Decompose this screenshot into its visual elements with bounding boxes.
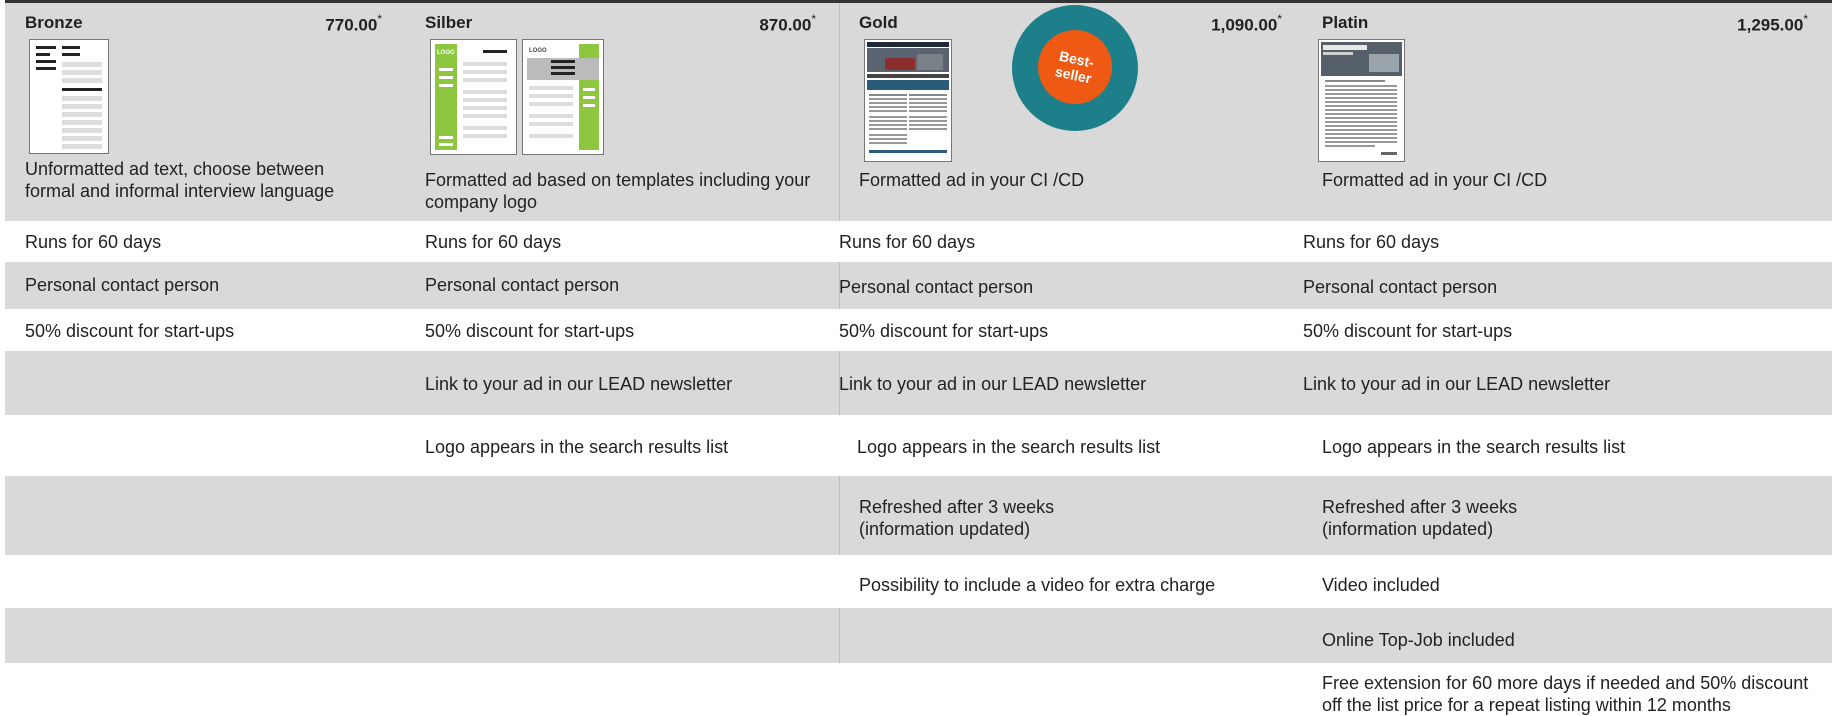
bestseller-badge: Best-seller <box>1012 5 1138 131</box>
tier-description-bronze: Unformatted ad text, choose between form… <box>25 159 335 201</box>
bestseller-badge-label: Best-seller <box>1031 23 1119 111</box>
platin-ad-thumbnail <box>1318 39 1405 162</box>
feature-contact-bronze: Personal contact person <box>25 275 220 295</box>
feature-refresh-platin: Refreshed after 3 weeks (information upd… <box>1322 496 1517 540</box>
column-divider <box>839 3 840 221</box>
feature-discount-gold: 50% discount for start-ups <box>839 321 1049 341</box>
tier-price-silber: 870.00* <box>759 12 816 35</box>
feature-contact-platin: Personal contact person <box>1303 277 1498 297</box>
feature-logo-gold: Logo appears in the search results list <box>857 437 1161 457</box>
feature-logo-platin: Logo appears in the search results list <box>1322 437 1626 457</box>
bronze-ad-thumbnail <box>29 39 109 154</box>
feature-refresh-line-2: (information updated) <box>859 519 1031 539</box>
feature-extension-line-1: Free extension for 60 more days if neede… <box>1322 673 1809 693</box>
feature-discount-platin: 50% discount for start-ups <box>1303 321 1513 341</box>
feature-runs-silber: Runs for 60 days <box>425 232 562 252</box>
gold-ad-thumbnail <box>864 39 952 162</box>
tier-name-platin: Platin <box>1322 13 1369 32</box>
column-divider <box>839 476 840 555</box>
logo-label: LOGO <box>529 48 547 54</box>
tier-description-gold: Formatted ad in your CI /CD <box>859 170 1085 190</box>
feature-video-platin: Video included <box>1322 575 1440 595</box>
feature-refresh-line-2: (information updated) <box>1322 519 1494 539</box>
tier-name-bronze: Bronze <box>25 13 83 32</box>
tier-price-platin: 1,295.00* <box>1737 12 1808 35</box>
feature-refresh-line-1: Refreshed after 3 weeks <box>1322 497 1518 517</box>
silber-template-left-thumbnail: LOGO <box>430 39 517 155</box>
tier-description-silber: Formatted ad based on templates includin… <box>425 170 811 212</box>
tier-price-gold: 1,090.00* <box>1211 12 1282 35</box>
feature-contact-silber: Personal contact person <box>425 275 620 295</box>
feature-video-gold: Possibility to include a video for extra… <box>859 575 1216 595</box>
feature-runs-platin: Runs for 60 days <box>1303 232 1440 252</box>
tier-name-silber: Silber <box>425 13 473 32</box>
feature-refresh-gold: Refreshed after 3 weeks (information upd… <box>859 496 1054 540</box>
feature-contact-gold: Personal contact person <box>839 277 1034 297</box>
feature-logo-silber: Logo appears in the search results list <box>425 437 729 457</box>
feature-refresh-line-1: Refreshed after 3 weeks <box>859 497 1055 517</box>
feature-newsletter-silber: Link to your ad in our LEAD newsletter <box>425 374 733 394</box>
feature-extension-platin: Free extension for 60 more days if neede… <box>1322 672 1808 716</box>
tier-description-platin: Formatted ad in your CI /CD <box>1322 170 1548 190</box>
feature-runs-gold: Runs for 60 days <box>839 232 976 252</box>
row-band-topjob <box>5 608 1832 663</box>
feature-discount-bronze: 50% discount for start-ups <box>25 321 235 341</box>
feature-newsletter-platin: Link to your ad in our LEAD newsletter <box>1303 374 1611 394</box>
silber-template-right-thumbnail: LOGO <box>522 39 604 155</box>
feature-topjob-platin: Online Top-Job included <box>1322 630 1515 650</box>
column-divider <box>839 608 840 663</box>
feature-newsletter-gold: Link to your ad in our LEAD newsletter <box>839 374 1147 394</box>
logo-label: LOGO <box>437 50 455 56</box>
tier-price-bronze: 770.00* <box>325 12 382 35</box>
feature-runs-bronze: Runs for 60 days <box>25 232 162 252</box>
feature-discount-silber: 50% discount for start-ups <box>425 321 635 341</box>
tier-name-gold: Gold <box>859 13 898 32</box>
